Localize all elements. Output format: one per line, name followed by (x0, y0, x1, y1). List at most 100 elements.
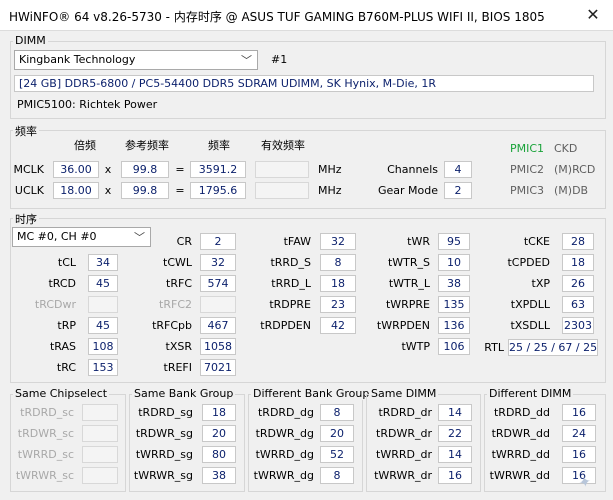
dimm-group-label: DIMM (13, 34, 48, 47)
timing-value-twtp: 106 (438, 338, 470, 355)
timing-value-trcd: 45 (88, 275, 118, 292)
timing-value-tras: 108 (88, 338, 118, 355)
timing-group-label: 时序 (13, 211, 39, 227)
bottom-value-trdrd-dg: 8 (320, 404, 354, 421)
timing-label-txsr: tXSR (165, 340, 192, 353)
timing-value-cr: 2 (200, 233, 236, 250)
timing-label-tcl: tCL (57, 256, 76, 269)
uclk-unit: MHz (318, 184, 342, 197)
header-ref-freq: 参考频率 (125, 139, 169, 152)
bottom-label-twrrd-dg: tWRRD_dg (255, 448, 314, 461)
bottom-value-twrrd-dr: 14 (438, 446, 472, 463)
timing-label-tfaw: tFAW (283, 235, 311, 248)
mclk-times: x (104, 163, 112, 176)
timing-label-twrpre: tWRPRE (385, 298, 430, 311)
timing-label-trrd-s: tRRD_S (270, 256, 311, 269)
dimm-manufacturer-value: Kingbank Technology (19, 53, 136, 66)
bottom-value-trdrd-dd: 16 (562, 404, 596, 421)
timing-label-twtp: tWTP (401, 340, 430, 353)
uclk-label: UCLK (14, 184, 44, 197)
bottom-value-twrwr-sg: 38 (202, 467, 236, 484)
timing-label-tcpded: tCPDED (507, 256, 550, 269)
dimm-manufacturer-select[interactable]: Kingbank Technology ﹀ (14, 50, 258, 70)
rtl-value: 25 / 25 / 67 / 25 (508, 339, 598, 356)
mclk-label: MCLK (13, 163, 44, 176)
bottom-label-twrwr-sc: tWRWR_sc (15, 469, 74, 482)
timing-label-trcd: tRCD (48, 277, 76, 290)
timing-label-twr: tWR (407, 235, 430, 248)
timing-label-trdpre: tRDPRE (269, 298, 311, 311)
timing-value-txsdll: 2303 (562, 317, 594, 334)
timing-label-tcke: tCKE (523, 235, 550, 248)
header-frequency: 频率 (208, 139, 230, 152)
bottom-label-trdrd-sg: tRDRD_sg (138, 406, 193, 419)
bottom-value-trdwr-sc (82, 425, 118, 442)
dimm-slot: #1 (271, 53, 288, 66)
uclk-effective-freq (255, 182, 309, 199)
timing-value-tfaw: 32 (320, 233, 356, 250)
bottom-value-twrrd-dg: 52 (320, 446, 354, 463)
timing-label-trc: tRC (56, 361, 76, 374)
pmic2-desc: (M)RCD (554, 163, 596, 176)
bottom-label-twrrd-dr: tWRRD_dr (376, 448, 432, 461)
bottom-value-twrrd-sg: 80 (202, 446, 236, 463)
bottom-label-trdrd-dg: tRDRD_dg (257, 406, 314, 419)
bottom-label-twrrd-dd: tWRRD_dd (491, 448, 550, 461)
chevron-down-icon: ﹀ (241, 54, 252, 67)
timing-value-txp: 26 (562, 275, 594, 292)
uclk-equals: = (175, 184, 185, 197)
pmic2-label: PMIC2 (510, 163, 545, 176)
close-icon[interactable]: ✕ (582, 5, 604, 25)
bottom-value-trdwr-dd: 24 (562, 425, 596, 442)
bottom-label-trdwr-sc: tRDWR_sc (17, 427, 74, 440)
header-multiplier: 倍频 (74, 139, 96, 152)
bottom-value-trdwr-sg: 20 (202, 425, 236, 442)
timing-value-tcwl: 32 (200, 254, 236, 271)
timing-label-trrd-l: tRRD_L (271, 277, 311, 290)
mclk-frequency: 3591.2 (190, 161, 246, 178)
bottom-group-title: Same Chipselect (13, 387, 110, 400)
pmic1-label: PMIC1 (510, 142, 545, 155)
timing-label-tcwl: tCWL (163, 256, 192, 269)
mclk-unit: MHz (318, 163, 342, 176)
timing-value-tcl: 34 (88, 254, 118, 271)
bottom-value-twrrd-sc (82, 446, 118, 463)
rtl-label: RTL (484, 341, 504, 354)
bottom-value-trdwr-dr: 22 (438, 425, 472, 442)
pmic3-desc: (M)DB (554, 184, 589, 197)
timing-value-twtr-s: 10 (438, 254, 470, 271)
channels-value: 4 (444, 161, 472, 178)
bottom-label-trdwr-sg: tRDWR_sg (135, 427, 193, 440)
timing-value-trdpden: 42 (320, 317, 356, 334)
bottom-label-trdwr-dr: tRDWR_dr (376, 427, 432, 440)
timing-label-twrpden: tWRPDEN (376, 319, 430, 332)
timing-value-trcdwr (88, 296, 118, 313)
timing-value-tcpded: 18 (562, 254, 594, 271)
gear-mode-label: Gear Mode (377, 184, 438, 197)
timing-label-txsdll: tXSDLL (510, 319, 550, 332)
timing-value-txsr: 1058 (200, 338, 236, 355)
bottom-label-twrwr-dg: tWRWR_dg (253, 469, 314, 482)
frequency-group-label: 频率 (13, 123, 39, 139)
timing-label-txpdll: tXPDLL (510, 298, 550, 311)
timing-value-twr: 95 (438, 233, 470, 250)
title-bar[interactable]: HWiNFO® 64 v8.26-5730 - 内存时序 @ ASUS TUF … (0, 0, 613, 31)
bottom-label-trdrd-dr: tRDRD_dr (378, 406, 432, 419)
bottom-value-trdwr-dg: 20 (320, 425, 354, 442)
timing-label-trp: tRP (57, 319, 76, 332)
timing-value-twtr-l: 38 (438, 275, 470, 292)
timing-label-twtr-l: tWTR_L (388, 277, 430, 290)
dimm-description: [24 GB] DDR5-6800 / PC5-54400 DDR5 SDRAM… (14, 75, 594, 92)
timing-value-trrd-s: 8 (320, 254, 356, 271)
timing-value-twrpre: 135 (438, 296, 470, 313)
timing-value-trdpre: 23 (320, 296, 356, 313)
dimm-pmic: PMIC5100: Richtek Power (17, 98, 158, 111)
bottom-value-twrwr-sc (82, 467, 118, 484)
timing-label-cr: CR (176, 235, 192, 248)
timing-value-trfc: 574 (200, 275, 236, 292)
timing-label-trfcpb: tRFCpb (152, 319, 192, 332)
uclk-ref-freq: 99.8 (121, 182, 169, 199)
bottom-group-title: Different DIMM (487, 387, 574, 400)
bottom-label-twrwr-sg: tWRWR_sg (133, 469, 193, 482)
bottom-label-trdrd-dd: tRDRD_dd (493, 406, 550, 419)
